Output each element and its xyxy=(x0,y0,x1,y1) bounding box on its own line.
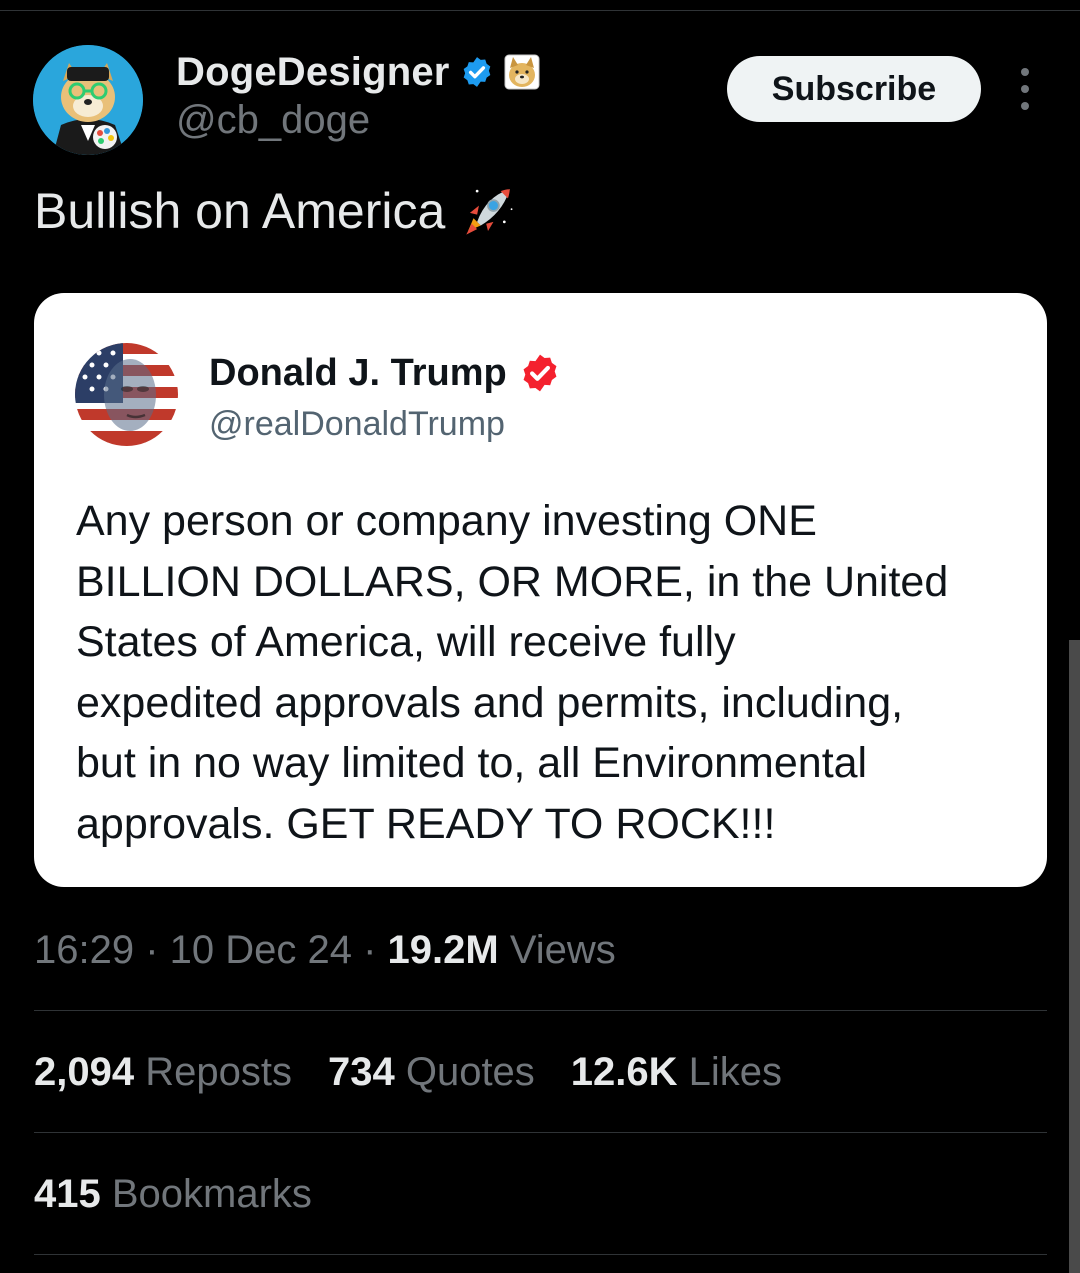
verified-badge-icon xyxy=(463,57,490,87)
tweet-date[interactable]: 10 Dec 24 xyxy=(170,928,352,972)
quoted-tweet-text: Any person or company investing ONE BILL… xyxy=(76,491,1026,854)
tweet-text-content: Bullish on America xyxy=(34,183,446,239)
bookmarks-label: Bookmarks xyxy=(100,1172,312,1216)
top-divider xyxy=(0,10,1080,11)
quotes-count: 734 xyxy=(327,1050,395,1094)
divider xyxy=(34,1254,1047,1255)
more-options-icon[interactable] xyxy=(1010,68,1040,110)
quoted-author-handle[interactable]: @realDonaldTrump xyxy=(209,405,505,444)
divider xyxy=(34,1010,1047,1011)
likes-stat[interactable]: 12.6K Likes xyxy=(571,1050,782,1095)
tweet-time[interactable]: 16:29 xyxy=(34,928,134,972)
quoted-author-avatar[interactable] xyxy=(75,343,178,446)
tweet-text: Bullish on America xyxy=(34,182,517,240)
rocket-icon xyxy=(466,189,513,235)
flag-portrait-avatar-icon xyxy=(75,343,178,446)
subscribe-button[interactable]: Subscribe xyxy=(727,56,981,122)
scrollbar[interactable] xyxy=(1069,640,1080,1273)
quoted-author-name-row: Donald J. Trump xyxy=(209,349,561,397)
tweet-meta: 16:29 · 10 Dec 24 · 19.2M Views xyxy=(34,928,616,973)
divider xyxy=(34,1132,1047,1133)
author-avatar[interactable] xyxy=(33,45,143,155)
quoted-tweet-line: but in no way limited to, all Environmen… xyxy=(76,739,868,787)
quoted-tweet-line: Any person or company investing ONE xyxy=(76,497,817,545)
quoted-tweet-line: expedited approvals and permits, includi… xyxy=(76,678,904,727)
likes-count: 12.6K xyxy=(570,1050,678,1094)
doge-avatar-icon xyxy=(33,45,143,155)
author-name-row: DogeDesigner xyxy=(176,48,540,96)
quoted-tweet-line: BILLION DOLLARS, OR MORE, in the United xyxy=(76,557,949,606)
views-label: Views xyxy=(498,928,616,972)
author-name[interactable]: DogeDesigner xyxy=(176,50,450,95)
views-count: 19.2M xyxy=(387,928,499,972)
quoted-tweet-card[interactable]: Donald J. Trump @realDonaldTrump Any per… xyxy=(34,293,1047,887)
author-handle[interactable]: @cb_doge xyxy=(176,98,370,143)
quoted-tweet-line: States of America, will receive fully xyxy=(76,618,736,666)
reposts-count: 2,094 xyxy=(34,1050,135,1094)
reposts-stat[interactable]: 2,094 Reposts xyxy=(34,1050,292,1095)
likes-label: Likes xyxy=(677,1050,783,1094)
quoted-author-name[interactable]: Donald J. Trump xyxy=(209,352,507,395)
bookmarks-stat[interactable]: 415 Bookmarks xyxy=(34,1172,312,1217)
meta-separator: · xyxy=(134,928,170,972)
quotes-label: Quotes xyxy=(394,1050,535,1094)
bookmarks-count: 415 xyxy=(34,1172,101,1216)
doge-affiliate-badge-icon xyxy=(504,54,540,90)
quotes-stat[interactable]: 734 Quotes xyxy=(328,1050,535,1095)
reposts-label: Reposts xyxy=(134,1050,292,1094)
quoted-tweet-line: approvals. GET READY TO ROCK!!! xyxy=(76,799,776,848)
engagement-stats: 2,094 Reposts 734 Quotes 12.6K Likes xyxy=(34,1050,782,1095)
meta-separator: · xyxy=(352,928,388,972)
verified-badge-icon xyxy=(523,354,557,392)
